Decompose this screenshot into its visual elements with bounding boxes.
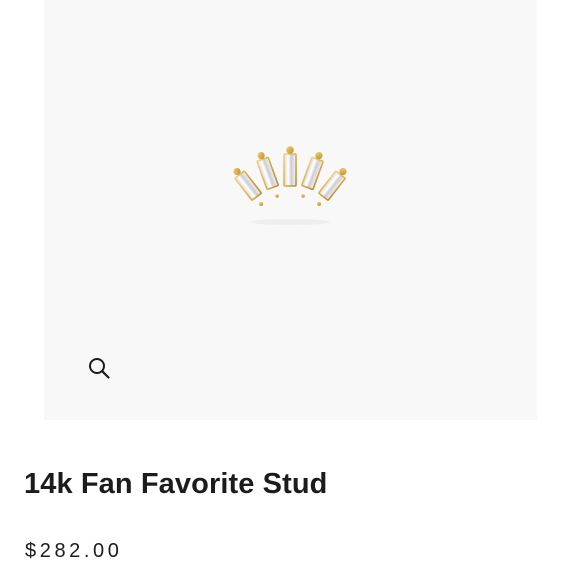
product-title: 14k Fan Favorite Stud	[24, 468, 328, 500]
magnifier-icon	[89, 358, 110, 379]
product-image	[233, 146, 347, 225]
product-gallery[interactable]	[44, 0, 537, 420]
product-page: 14k Fan Favorite Stud $282.00	[0, 0, 580, 580]
zoom-button[interactable]	[78, 347, 120, 389]
product-price: $282.00	[25, 540, 123, 562]
